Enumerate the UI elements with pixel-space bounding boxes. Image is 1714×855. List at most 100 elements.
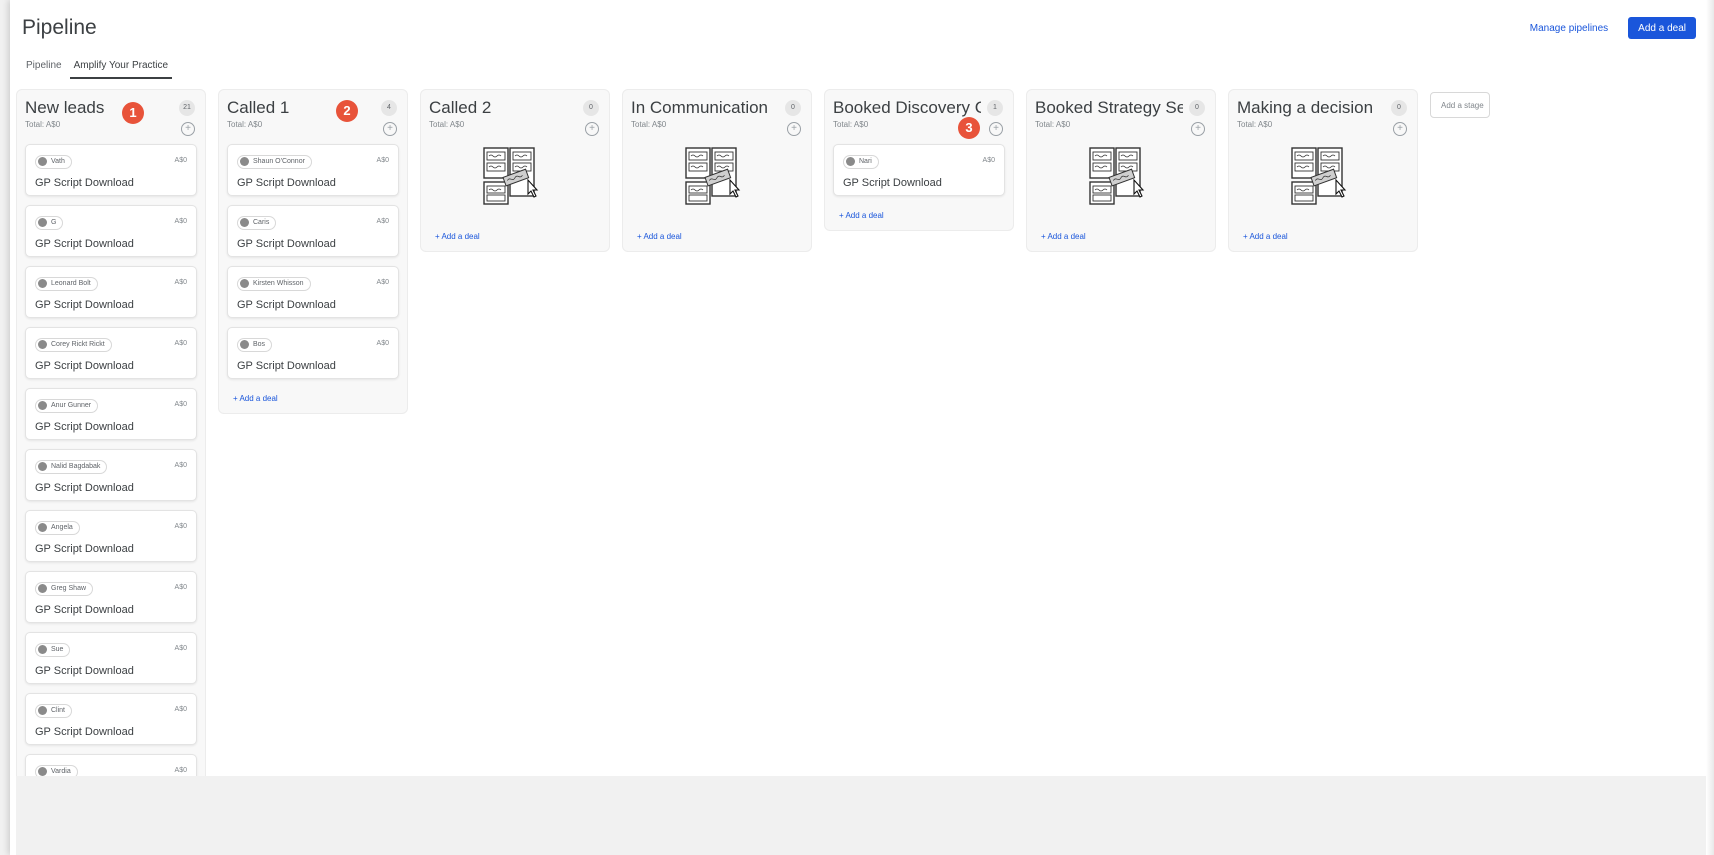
empty-state (631, 146, 803, 208)
add-deal-link[interactable]: + Add a deal (227, 388, 399, 403)
contact-chip[interactable]: Caris (237, 215, 277, 230)
deal-card[interactable]: Vath A$0 GP Script Download (25, 144, 197, 196)
stage-count-badge: 0 (1189, 100, 1205, 116)
person-icon (38, 584, 47, 593)
stage-header: Called 2 Total: A$0 0 + (429, 98, 601, 138)
deal-card[interactable]: Leonard Bolt A$0 GP Script Download (25, 266, 197, 318)
deal-value: A$0 (174, 157, 187, 164)
contact-chip[interactable]: Corey Rickt Rickt (35, 337, 112, 352)
plus-circle-icon[interactable]: + (1191, 122, 1205, 136)
person-icon (38, 279, 47, 288)
person-icon (240, 340, 249, 349)
person-icon (38, 645, 47, 654)
deal-card[interactable]: Shaun O'Connor A$0 GP Script Download (227, 144, 399, 196)
stage-header: Booked Strategy Session Total: A$0 0 + (1035, 98, 1207, 138)
contact-name: G (51, 219, 57, 226)
contact-name: Bos (253, 341, 266, 348)
contact-chip[interactable]: Greg Shaw (35, 581, 94, 596)
deal-title: GP Script Download (35, 726, 134, 738)
deal-value: A$0 (982, 157, 995, 164)
kanban-cards-illustration-icon (685, 147, 741, 205)
deal-title: GP Script Download (237, 299, 336, 311)
contact-chip[interactable]: Shaun O'Connor (237, 154, 312, 169)
stage-total: Total: A$0 (227, 120, 263, 129)
contact-chip[interactable]: Sue (35, 642, 71, 657)
tab-pipeline[interactable]: Pipeline (22, 55, 66, 79)
person-icon (38, 767, 47, 776)
manage-pipelines-link[interactable]: Manage pipelines (1530, 23, 1608, 34)
deal-card[interactable]: Greg Shaw A$0 GP Script Download (25, 571, 197, 623)
pipeline-tabs: Pipeline Amplify Your Practice (22, 55, 173, 79)
deal-card[interactable]: Angela A$0 GP Script Download (25, 510, 197, 562)
deal-value: A$0 (376, 279, 389, 286)
deal-title: GP Script Download (35, 238, 134, 250)
contact-chip[interactable]: Clint (35, 703, 73, 718)
kanban-cards-illustration-icon (483, 147, 539, 205)
plus-circle-icon[interactable]: + (383, 122, 397, 136)
stage-title: Booked Discovery Call (833, 98, 981, 117)
empty-state (1035, 146, 1207, 208)
contact-chip[interactable]: Vath (35, 154, 72, 169)
board-clip-region (16, 776, 1714, 855)
stage-total: Total: A$0 (429, 120, 465, 129)
add-deal-link[interactable]: + Add a deal (1035, 226, 1207, 241)
contact-chip[interactable]: Leonard Bolt (35, 276, 98, 291)
deal-title: GP Script Download (35, 299, 134, 311)
contact-chip[interactable]: Anur Gunner (35, 398, 99, 413)
deal-card[interactable]: Anur Gunner A$0 GP Script Download (25, 388, 197, 440)
stage-header: Called 1 Total: A$0 4 + (227, 98, 399, 138)
stage-column-called-2: Called 2 Total: A$0 0 + + Add a deal (420, 89, 610, 252)
add-stage-button[interactable]: Add a stage (1430, 92, 1490, 118)
add-deal-link[interactable]: + Add a deal (1237, 226, 1409, 241)
contact-chip[interactable]: Nari (843, 154, 879, 169)
deal-value: A$0 (376, 157, 389, 164)
add-deal-link[interactable]: + Add a deal (429, 226, 601, 241)
deal-card[interactable]: Nalid Bagdabak A$0 GP Script Download (25, 449, 197, 501)
deal-title: GP Script Download (35, 177, 134, 189)
add-deal-link[interactable]: + Add a deal (631, 226, 803, 241)
stage-header: In Communication Total: A$0 0 + (631, 98, 803, 138)
add-deal-button[interactable]: Add a deal (1628, 17, 1696, 39)
deal-card[interactable]: Clint A$0 GP Script Download (25, 693, 197, 745)
deal-value: A$0 (376, 340, 389, 347)
person-icon (846, 157, 855, 166)
contact-name: Vardia (51, 768, 71, 775)
stage-title: In Communication (631, 98, 769, 117)
contact-name: Nalid Bagdabak (51, 463, 101, 470)
tab-amplify-your-practice[interactable]: Amplify Your Practice (69, 55, 173, 79)
deal-card[interactable]: Kirsten Whisson A$0 GP Script Download (227, 266, 399, 318)
contact-chip[interactable]: Bos (237, 337, 273, 352)
annotation-marker-2: 2 (336, 100, 358, 122)
deal-card[interactable]: Corey Rickt Rickt A$0 GP Script Download (25, 327, 197, 379)
deal-card[interactable]: Sue A$0 GP Script Download (25, 632, 197, 684)
stage-title: Making a decision (1237, 98, 1374, 117)
deal-card[interactable]: Caris A$0 GP Script Download (227, 205, 399, 257)
contact-chip[interactable]: Kirsten Whisson (237, 276, 311, 291)
stage-count-badge: 0 (583, 100, 599, 116)
plus-circle-icon[interactable]: + (181, 122, 195, 136)
person-icon (240, 218, 249, 227)
contact-chip[interactable]: Angela (35, 520, 80, 535)
stage-column-booked-discovery-call: Booked Discovery CallTotal: A$01+NariA$0… (824, 89, 1014, 231)
add-deal-link[interactable]: + Add a deal (833, 205, 1005, 220)
deal-title: GP Script Download (35, 543, 134, 555)
plus-circle-icon[interactable]: + (1393, 122, 1407, 136)
contact-chip[interactable]: Nalid Bagdabak (35, 459, 108, 474)
deal-card[interactable]: Bos A$0 GP Script Download (227, 327, 399, 379)
stage-total: Total: A$0 (25, 120, 61, 129)
contact-chip[interactable]: G (35, 215, 64, 230)
person-icon (38, 523, 47, 532)
stage-title: New leads (25, 98, 105, 117)
person-icon (38, 706, 47, 715)
deal-card[interactable]: G A$0 GP Script Download (25, 205, 197, 257)
plus-circle-icon[interactable]: + (787, 122, 801, 136)
stage-column-new-leads: New leads Total: A$0 21 + Vath A$0 GP Script D… (16, 89, 206, 826)
person-icon (38, 340, 47, 349)
deal-title: GP Script Download (237, 238, 336, 250)
plus-circle-icon[interactable]: + (585, 122, 599, 136)
deal-title: GP Script Download (237, 360, 336, 372)
kanban-cards-illustration-icon (1089, 147, 1145, 205)
stage-column-in-communication: In Communication Total: A$0 0 + + Add a deal (622, 89, 812, 252)
plus-circle-icon[interactable]: + (989, 122, 1003, 136)
deal-card[interactable]: Nari A$0 GP Script Download (833, 144, 1005, 196)
